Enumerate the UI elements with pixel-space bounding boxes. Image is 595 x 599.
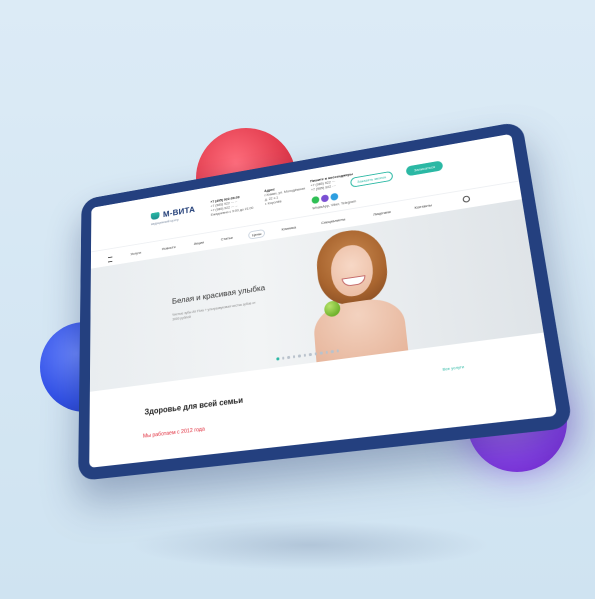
slider-dot[interactable] bbox=[276, 357, 279, 361]
slider-dot[interactable] bbox=[314, 352, 317, 356]
hero-subtitle: Чистые зубы Air Flow + ультразвуковая чи… bbox=[172, 300, 256, 322]
slider-dot[interactable] bbox=[308, 352, 312, 356]
all-services-link[interactable]: Все услуги bbox=[442, 364, 464, 372]
slider-dot[interactable] bbox=[336, 349, 339, 353]
messenger-block: Пишите в мессенджеры +7 (985) 922 ··· +7… bbox=[310, 172, 354, 192]
website-screen: М-ВИТА медицинский центр +7 (495) 922-09… bbox=[89, 133, 558, 468]
nav-item-articles[interactable]: Статьи bbox=[221, 235, 233, 241]
call-back-button[interactable]: Заказать звонок bbox=[350, 170, 394, 188]
address-block: Адрес г.Химки, ул. Молодёжная д. 22 с.1 … bbox=[264, 182, 306, 206]
nav-item-promos[interactable]: Акции bbox=[194, 240, 204, 246]
tablet-frame: М-ВИТА медицинский центр +7 (495) 922-09… bbox=[78, 121, 574, 482]
nav-item-prices[interactable]: Цены bbox=[248, 228, 266, 240]
slider-dot[interactable] bbox=[297, 354, 301, 358]
phones-block: +7 (495) 922-09-09 +7 (985) 922 ··· ·· +… bbox=[210, 193, 253, 217]
nav-item-services[interactable]: Услуги bbox=[130, 250, 141, 256]
appointment-button[interactable]: Записаться bbox=[405, 160, 444, 177]
viber-icon[interactable] bbox=[320, 194, 329, 203]
whatsapp-icon[interactable] bbox=[311, 195, 320, 205]
slider-dot[interactable] bbox=[281, 356, 285, 360]
tablet-mockup: М-ВИТА медицинский центр +7 (495) 922-09… bbox=[0, 0, 595, 599]
logo-text: М-ВИТА bbox=[162, 204, 196, 219]
search-icon[interactable] bbox=[462, 195, 471, 203]
slider-dot[interactable] bbox=[292, 355, 296, 358]
slider-dot[interactable] bbox=[287, 355, 290, 359]
section-title: Здоровье для всей семьи bbox=[144, 395, 244, 417]
nav-item-licenses[interactable]: Лицензии bbox=[373, 209, 391, 216]
nav-item-specialists[interactable]: Специалисты bbox=[321, 217, 346, 225]
menu-icon[interactable] bbox=[108, 256, 113, 263]
slider-dot[interactable] bbox=[325, 350, 328, 354]
slider-dot[interactable] bbox=[303, 353, 306, 357]
nav-item-contacts[interactable]: Контакты bbox=[414, 203, 432, 210]
telegram-icon[interactable] bbox=[330, 192, 339, 201]
nav-item-news[interactable]: Новости bbox=[162, 244, 176, 251]
nav-item-clinic[interactable]: Клиника bbox=[281, 225, 296, 232]
logo-icon bbox=[150, 211, 160, 221]
slider-dot[interactable] bbox=[330, 350, 334, 353]
since-text: Мы работаем с 2012 года bbox=[142, 426, 206, 440]
slider-dot[interactable] bbox=[319, 351, 323, 355]
